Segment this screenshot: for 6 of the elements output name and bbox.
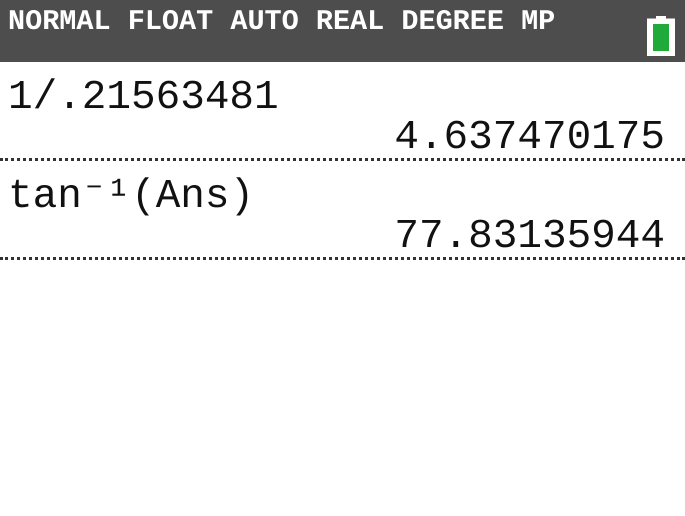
- battery-icon: [647, 16, 675, 56]
- result: 77.83135944: [394, 214, 665, 260]
- expression: 1/.21563481: [8, 75, 279, 121]
- result: 4.637470175: [394, 115, 665, 161]
- expression: tan⁻¹(Ans): [8, 174, 254, 220]
- mode-indicators: NORMAL FLOAT AUTO REAL DEGREE MP: [8, 8, 556, 36]
